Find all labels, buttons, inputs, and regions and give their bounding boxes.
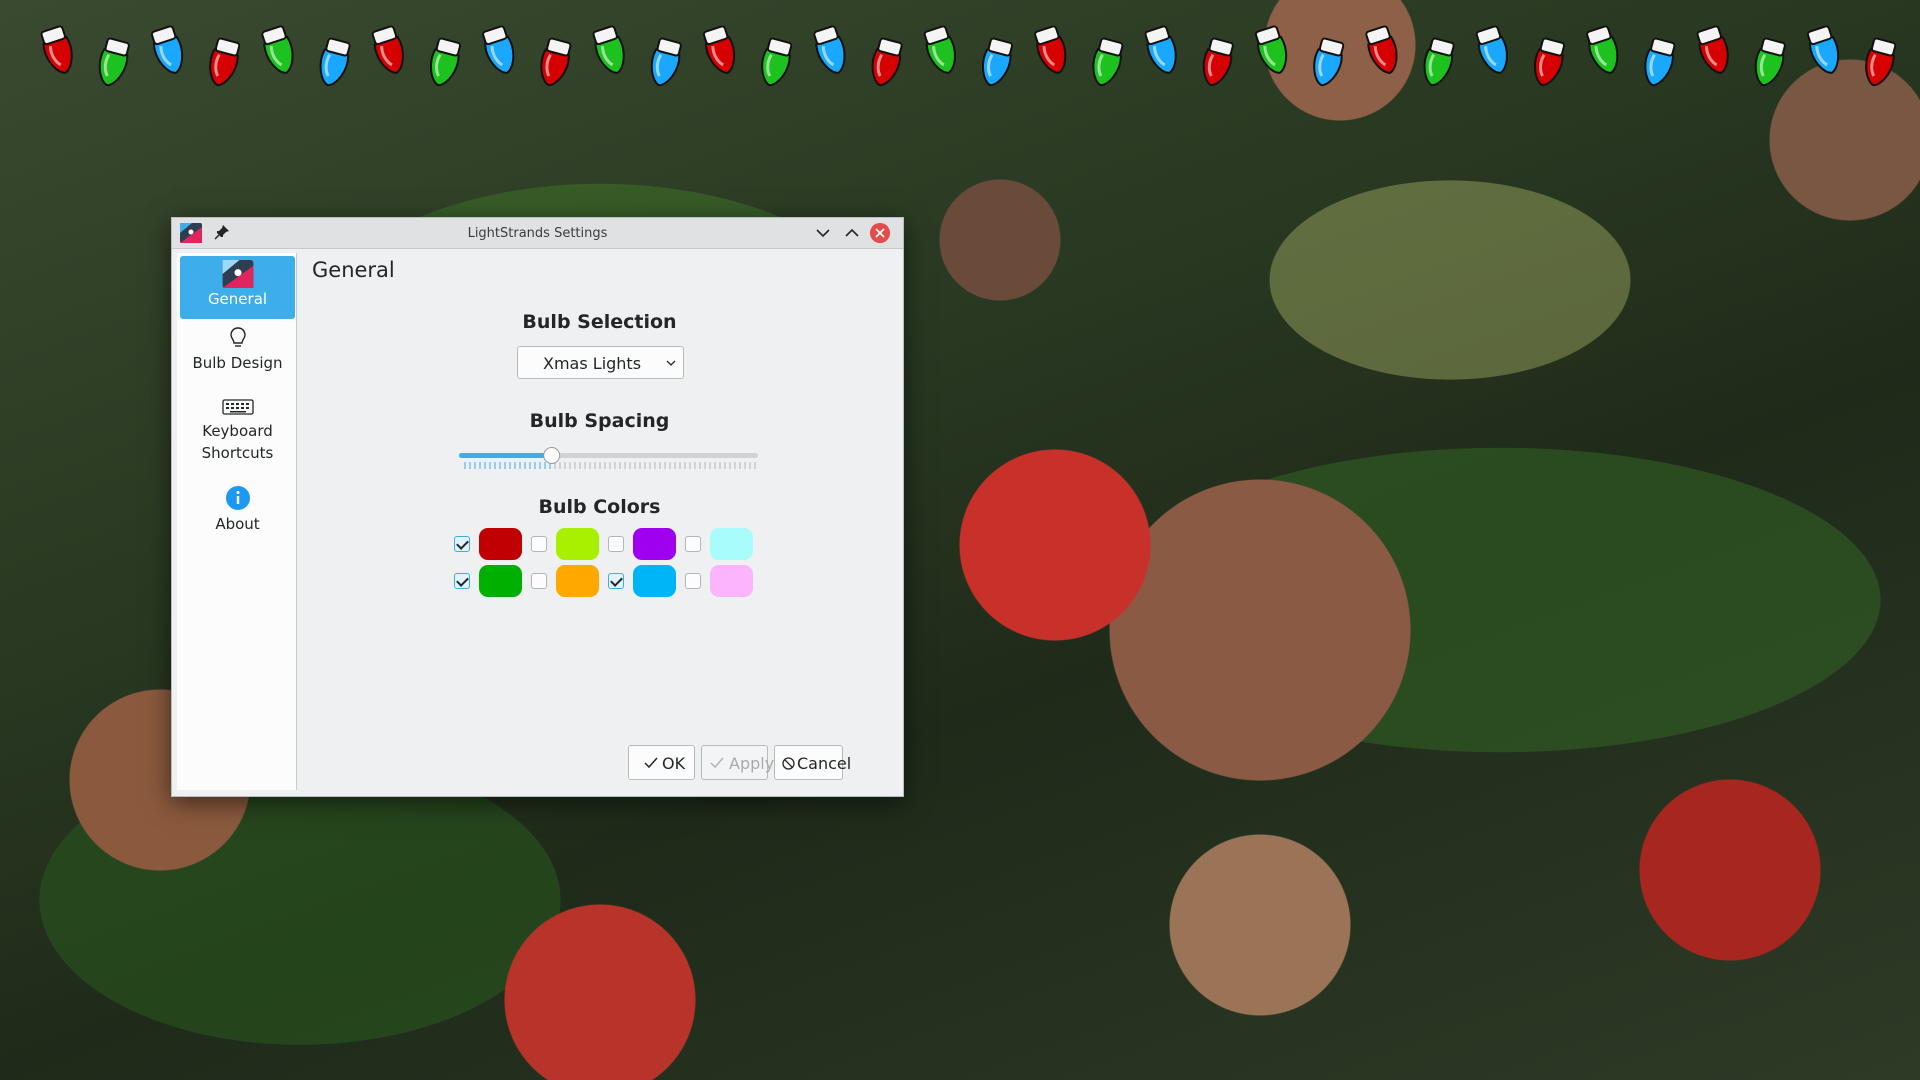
- keyboard-icon: [221, 399, 254, 415]
- bulb-selection-value: Xmas Lights: [543, 354, 642, 373]
- bulb-spacing-heading: Bulb Spacing: [529, 410, 670, 432]
- sidebar-item-label: General: [207, 290, 268, 308]
- page-title: General: [312, 258, 395, 282]
- bulb-colors-grid: [452, 528, 772, 604]
- bulb-spacing-slider[interactable]: [457, 445, 760, 473]
- light-bulb-green: [98, 37, 130, 87]
- light-bulb-blue: [813, 25, 846, 74]
- bulb-colors-heading: Bulb Colors: [538, 496, 661, 518]
- light-bulb-green: [761, 37, 793, 87]
- light-bulb-blue: [1313, 37, 1345, 87]
- sidebar-item-label: Shortcuts: [201, 444, 274, 462]
- light-bulb-blue: [482, 25, 515, 74]
- light-bulb-green: [1092, 37, 1124, 87]
- sidebar-item-label: Bulb Design: [192, 354, 283, 372]
- light-bulb-blue: [1644, 37, 1676, 87]
- light-bulb-blue: [1806, 25, 1840, 74]
- light-bulb-red: [1365, 25, 1398, 74]
- slider-handle[interactable]: [543, 447, 561, 464]
- bulb-color-swatch[interactable]: [479, 528, 522, 560]
- ok-label: OK: [662, 754, 686, 773]
- app-icon: [222, 260, 253, 288]
- light-bulb-blue: [650, 37, 682, 87]
- light-bulb-red: [371, 25, 404, 74]
- light-bulb-green: [261, 25, 294, 74]
- light-bulb-red: [540, 37, 572, 87]
- title-bar[interactable]: LightStrands Settings: [172, 218, 903, 249]
- light-bulb-green: [592, 25, 625, 74]
- light-bulb-green: [1423, 37, 1455, 87]
- checkmark-icon: [710, 757, 724, 769]
- bulb-selection-dropdown[interactable]: Xmas Lights: [517, 346, 684, 379]
- slider-fill: [459, 453, 552, 458]
- sidebar-item-about[interactable]: About: [180, 485, 295, 545]
- sidebar-item-keyboard-shortcuts[interactable]: Keyboard Shortcuts: [180, 398, 295, 473]
- bulb-color-swatch[interactable]: [633, 528, 676, 560]
- sidebar: General Bulb Design Keyboard Shortcuts A…: [177, 253, 297, 790]
- light-bulb-red: [1696, 25, 1729, 74]
- chevron-down-icon: [666, 360, 676, 366]
- sidebar-item-label: Keyboard: [202, 422, 273, 440]
- light-bulb-red: [40, 25, 73, 74]
- bulb-color-checkbox[interactable]: [685, 573, 701, 589]
- cancel-button[interactable]: Cancel: [774, 745, 851, 780]
- lights-svg: [40, 25, 1897, 87]
- light-bulb-blue: [1475, 25, 1508, 74]
- bulb-selection-heading: Bulb Selection: [522, 311, 677, 333]
- light-bulb-red: [1865, 37, 1897, 87]
- bulb-color-checkbox[interactable]: [454, 536, 470, 552]
- bulb-color-checkbox[interactable]: [685, 536, 701, 552]
- cancel-label: Cancel: [797, 754, 852, 773]
- bulb-color-checkbox[interactable]: [608, 573, 624, 589]
- light-bulb-red: [1034, 25, 1067, 74]
- bulb-color-swatch[interactable]: [710, 565, 753, 597]
- ok-button[interactable]: OK: [628, 745, 695, 780]
- light-bulb-blue: [1144, 25, 1177, 74]
- apply-button[interactable]: Apply: [701, 745, 774, 780]
- lightbulb-icon: [229, 327, 246, 347]
- bulb-color-checkbox[interactable]: [608, 536, 624, 552]
- window-title: LightStrands Settings: [467, 226, 608, 241]
- sidebar-item-general[interactable]: General: [180, 256, 295, 319]
- apply-label: Apply: [729, 754, 775, 773]
- bulb-color-swatch[interactable]: [479, 565, 522, 597]
- light-bulb-blue: [150, 25, 184, 74]
- bulb-color-swatch[interactable]: [633, 565, 676, 597]
- cancel-icon: [782, 757, 795, 770]
- light-bulb-green: [1754, 37, 1786, 87]
- bulb-color-checkbox[interactable]: [454, 573, 470, 589]
- bulb-color-checkbox[interactable]: [531, 536, 547, 552]
- sidebar-item-label: About: [215, 515, 260, 533]
- slider-ticks: [464, 462, 756, 469]
- sidebar-item-bulb-design[interactable]: Bulb Design: [180, 326, 295, 386]
- info-icon: [225, 486, 250, 510]
- light-bulb-green: [429, 37, 462, 87]
- bulb-color-swatch[interactable]: [556, 565, 599, 597]
- light-bulb-blue: [981, 37, 1014, 87]
- light-bulb-blue: [319, 37, 351, 87]
- light-bulb-red: [1202, 37, 1234, 87]
- light-bulb-green: [923, 25, 956, 74]
- maximize-button[interactable]: [842, 223, 862, 243]
- light-bulb-red: [702, 25, 736, 74]
- bulb-color-swatch[interactable]: [710, 528, 753, 560]
- light-bulb-green: [1254, 25, 1288, 74]
- settings-window: LightStrands Settings General Bulb Desig…: [171, 217, 904, 797]
- light-bulb-red: [209, 37, 241, 87]
- bulb-color-swatch[interactable]: [556, 528, 599, 560]
- checkmark-icon: [644, 757, 658, 769]
- bulb-color-checkbox[interactable]: [531, 573, 547, 589]
- close-button[interactable]: [870, 223, 890, 243]
- minimize-button[interactable]: [813, 223, 833, 243]
- christmas-lights-strand: [0, 0, 1920, 100]
- light-bulb-red: [1533, 37, 1566, 87]
- light-bulb-red: [871, 37, 903, 87]
- light-bulb-green: [1586, 25, 1619, 74]
